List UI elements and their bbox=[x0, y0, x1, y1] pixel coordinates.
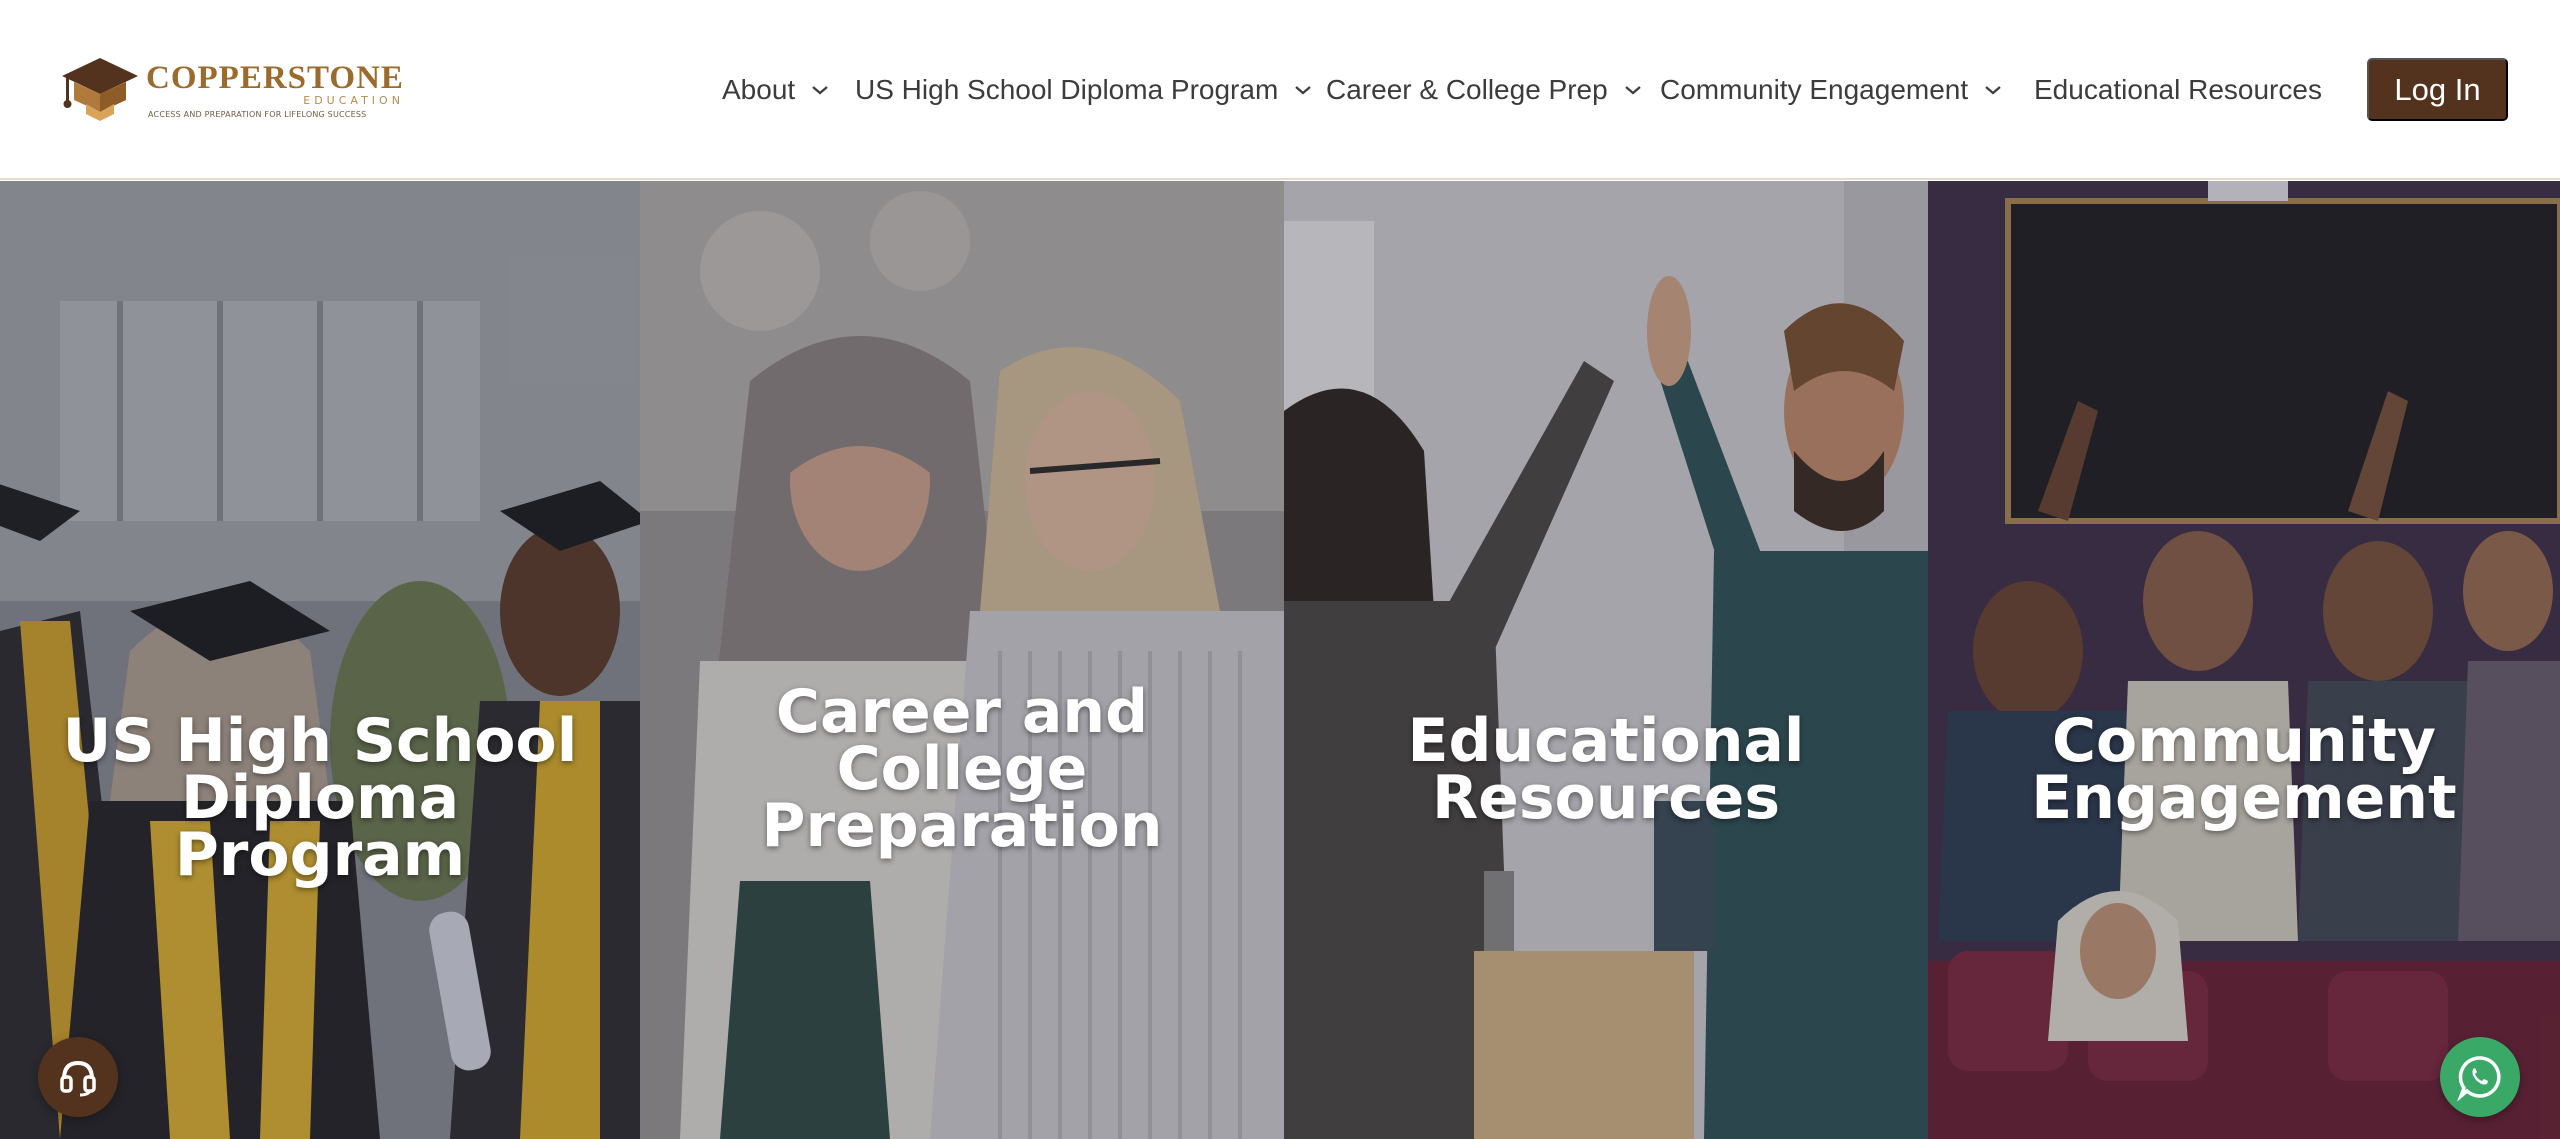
whatsapp-button[interactable] bbox=[2440, 1037, 2520, 1117]
title-line: Preparation bbox=[761, 791, 1163, 861]
title-line: Diploma Program bbox=[174, 763, 466, 890]
panel-title-career-college: Career and College Preparation bbox=[640, 682, 1284, 856]
title-line: Resources bbox=[1431, 763, 1781, 833]
panel-overlay bbox=[1284, 181, 1928, 1139]
panel-overlay bbox=[1928, 181, 2560, 1139]
nav-label-educational-resources: Educational Resources bbox=[2034, 74, 2322, 105]
chevron-down-icon bbox=[1624, 86, 1641, 95]
panel-career-college[interactable]: Career and College Preparation bbox=[640, 181, 1284, 1139]
panel-diploma-program[interactable]: US High School Diploma Program bbox=[0, 181, 640, 1139]
nav-item-career-college-prep[interactable]: Career & College Prep bbox=[1326, 70, 1642, 110]
panel-title-community-engagement: Community Engagement bbox=[1928, 711, 2560, 828]
nav-item-educational-resources[interactable]: Educational Resources bbox=[2034, 70, 2322, 110]
nav-label-community-engagement: Community Engagement bbox=[1660, 74, 1969, 105]
chevron-down-icon bbox=[1985, 86, 2001, 95]
login-button[interactable]: Log In bbox=[2367, 58, 2508, 121]
nav-label-about: About bbox=[722, 74, 796, 105]
title-line: Engagement bbox=[2031, 763, 2457, 833]
headset-icon bbox=[60, 1060, 96, 1097]
panel-title-educational-resources: Educational Resources bbox=[1284, 711, 1928, 828]
nav-label-diploma-program: US High School Diploma Program bbox=[855, 74, 1279, 105]
chevron-down-icon bbox=[812, 86, 828, 95]
hero-panels: US High School Diploma Program Career an… bbox=[0, 181, 2560, 1139]
panel-educational-resources[interactable]: Educational Resources bbox=[1284, 181, 1928, 1139]
nav-item-diploma-program[interactable]: US High School Diploma Program bbox=[855, 70, 1312, 110]
panel-community-engagement[interactable]: Community Engagement bbox=[1928, 181, 2560, 1139]
nav-label-career-college-prep: Career & College Prep bbox=[1326, 74, 1608, 105]
nav-item-community-engagement[interactable]: Community Engagement bbox=[1660, 70, 2002, 110]
chevron-down-icon bbox=[1295, 86, 1311, 95]
panel-title-diploma-program: US High School Diploma Program bbox=[0, 711, 640, 885]
support-chat-button[interactable] bbox=[38, 1037, 118, 1117]
nav-item-about[interactable]: About bbox=[722, 70, 829, 110]
brand-tagline: ACCESS AND PREPARATION FOR LIFELONG SUCC… bbox=[148, 110, 367, 119]
site-header: COPPERSTONE EDUCATION ACCESS AND PREPARA… bbox=[0, 0, 2560, 180]
main-nav: About US High School Diploma Program Car… bbox=[0, 70, 2560, 110]
panel-overlay bbox=[0, 181, 640, 1139]
whatsapp-icon bbox=[2457, 1056, 2501, 1102]
panel-overlay bbox=[640, 181, 1284, 1139]
